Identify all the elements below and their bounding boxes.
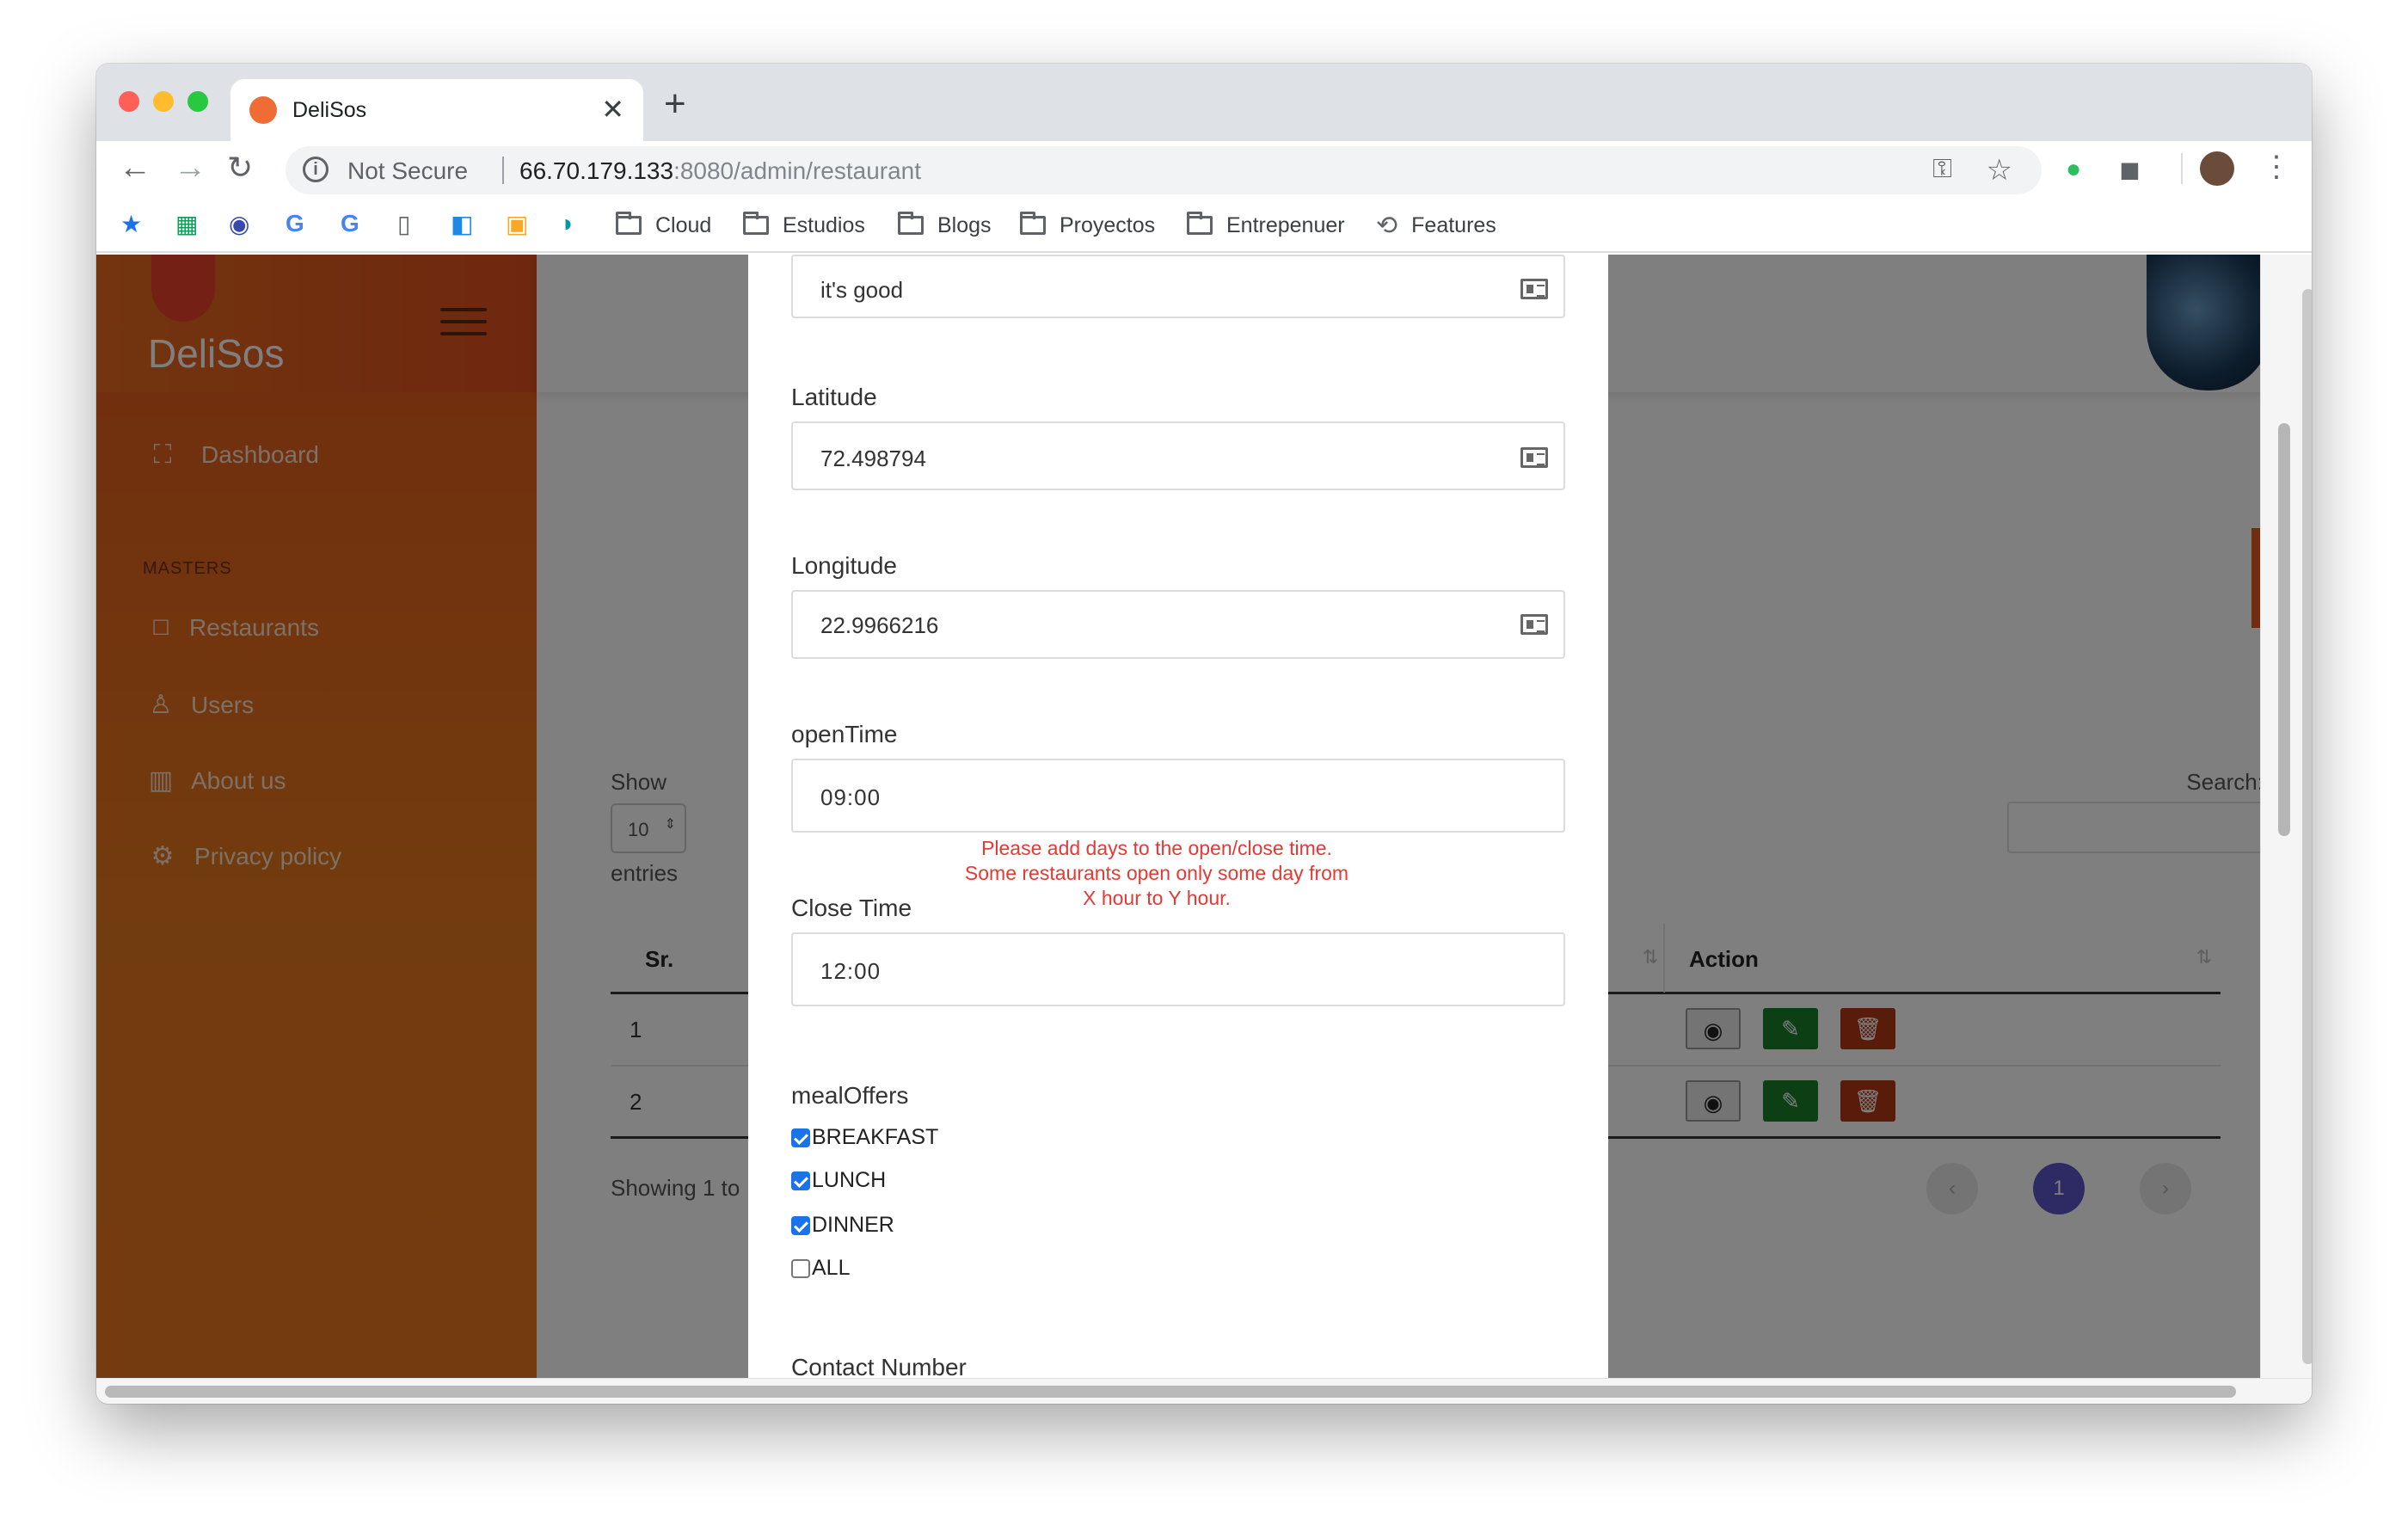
bookmark-features[interactable]: ⟲ Features (1376, 210, 1496, 241)
menu-kebab-icon[interactable]: ⋮ (2262, 150, 2291, 184)
horizontal-scrollbar[interactable] (96, 1378, 2312, 1404)
checkbox-checked[interactable] (791, 1128, 810, 1147)
bookmark-label: Estudios (783, 212, 865, 237)
vertical-scrollbar-thumb[interactable] (2278, 423, 2290, 836)
features-icon: ⟲ (1376, 211, 1398, 240)
star-bookmark-icon[interactable]: ★ (120, 210, 142, 238)
address-card-icon (1520, 279, 1548, 299)
google-icon-2[interactable]: G (341, 210, 359, 237)
bookmark-folder-entrepenuer[interactable]: Entrepenuer (1187, 210, 1345, 241)
browser-window: DeliSos ✕ + ← → ↻ i Not Secure 66.70.179… (96, 64, 2312, 1404)
description-value: it's good (820, 277, 904, 303)
browser-toolbar: ← → ↻ i Not Secure 66.70.179.133:8080/ad… (96, 141, 2312, 198)
profile-avatar[interactable] (2200, 151, 2234, 186)
url-text: 66.70.179.133:8080/admin/restaurant (519, 157, 921, 185)
checkbox-unchecked[interactable] (791, 1258, 810, 1278)
folder-icon (1187, 212, 1213, 235)
meal-checkbox-lunch[interactable]: LUNCH (791, 1168, 886, 1193)
folder-icon (616, 212, 642, 235)
reload-icon[interactable]: ↻ (227, 150, 253, 186)
schedule-note: Please add days to the open/close time. … (964, 837, 1349, 909)
longitude-label: Longitude (791, 552, 898, 579)
folder-icon (898, 212, 924, 235)
close-time-value: 12:00 (820, 958, 882, 984)
page-viewport: DeliSos ⛶Dashboard MASTERS ☐Restaurants … (96, 255, 2312, 1404)
checkbox-checked[interactable] (791, 1171, 810, 1190)
longitude-field[interactable]: 22.9966216 (791, 590, 1565, 659)
restaurant-form-modal: it's good Latitude 72.498794 Longitude 2… (748, 255, 1608, 1380)
meal-option-label: BREAKFAST (812, 1125, 939, 1149)
address-card-icon (1520, 447, 1548, 468)
bookmark-label: Entrepenuer (1226, 212, 1345, 237)
address-card-icon (1520, 614, 1548, 635)
close-window-button[interactable] (119, 91, 139, 112)
document-icon[interactable]: ▯ (397, 210, 410, 238)
bookmark-label: Blogs (937, 212, 992, 237)
address-bar[interactable]: i Not Secure 66.70.179.133:8080/admin/re… (286, 146, 2042, 194)
bookmark-label: Cloud (655, 212, 712, 237)
open-time-value: 09:00 (820, 784, 882, 810)
bookmark-folder-proyectos[interactable]: Proyectos (1020, 210, 1155, 241)
latitude-field[interactable]: 72.498794 (791, 421, 1565, 490)
tab-close-icon[interactable]: ✕ (601, 93, 624, 126)
bookmark-label: Features (1411, 212, 1496, 237)
bookmark-folder-blogs[interactable]: Blogs (898, 210, 992, 241)
browser-tab[interactable]: DeliSos ✕ (230, 79, 643, 141)
owl-icon[interactable]: ◉ (229, 210, 249, 238)
bookmark-tag-icon[interactable]: ▣ (506, 210, 528, 238)
bookmark-label: Proyectos (1060, 212, 1156, 237)
tab-strip: DeliSos ✕ + (96, 64, 2312, 141)
security-label: Not Secure (347, 157, 469, 184)
bookmark-star-icon[interactable]: ☆ (1987, 153, 2012, 188)
checkbox-checked[interactable] (791, 1215, 810, 1235)
bookmark-folder-cloud[interactable]: Cloud (616, 210, 711, 241)
key-icon[interactable]: ⚿ (1932, 155, 1952, 184)
bookmarks-bar: ★ ▦ ◉ G G ▯ ◧ ▣ ◗ Cloud Estudios Blogs P… (96, 198, 2312, 253)
minimize-window-button[interactable] (153, 91, 174, 112)
longitude-value: 22.9966216 (820, 612, 939, 638)
meal-checkbox-dinner[interactable]: DINNER (791, 1213, 894, 1238)
google-icon[interactable]: G (286, 210, 304, 237)
meal-option-label: ALL (812, 1256, 851, 1280)
url-host: 66.70.179.133 (519, 157, 674, 184)
address-separator (502, 157, 504, 184)
new-tab-button[interactable]: + (664, 83, 686, 126)
favicon-icon (249, 96, 277, 124)
folder-icon (1020, 212, 1046, 235)
close-time-field[interactable]: 12:00 (791, 932, 1565, 1006)
db-icon[interactable]: ◧ (451, 210, 473, 238)
open-time-field[interactable]: 09:00 (791, 759, 1565, 833)
toolbar-divider (2181, 153, 2183, 184)
meal-checkbox-all[interactable]: ALL (791, 1256, 850, 1281)
meal-checkbox-breakfast[interactable]: BREAKFAST (791, 1125, 938, 1150)
url-path: :8080/admin/restaurant (673, 157, 922, 184)
info-icon[interactable]: i (303, 157, 329, 182)
forward-arrow-icon[interactable]: → (174, 150, 206, 187)
meal-option-label: DINNER (812, 1213, 894, 1237)
meal-option-label: LUNCH (812, 1168, 887, 1192)
vertical-scrollbar[interactable] (2260, 255, 2312, 1404)
folder-icon (743, 212, 769, 235)
sheets-icon[interactable]: ▦ (175, 210, 198, 238)
maximize-window-button[interactable] (187, 91, 208, 112)
meal-offers-label: mealOffers (791, 1082, 909, 1109)
open-time-label: openTime (791, 721, 898, 747)
d-logo-icon[interactable]: ◗ (561, 210, 575, 237)
horizontal-scrollbar-thumb[interactable] (105, 1386, 2236, 1398)
description-field[interactable]: it's good (791, 255, 1565, 318)
tab-title: DeliSos (292, 98, 367, 122)
close-time-label: Close Time (791, 895, 912, 921)
back-arrow-icon[interactable]: ← (119, 150, 151, 187)
bookmark-folder-estudios[interactable]: Estudios (743, 210, 865, 241)
evernote-icon[interactable]: ● (2066, 155, 2081, 184)
extension-bulb-icon[interactable]: ◼ (2119, 155, 2141, 185)
latitude-label: Latitude (791, 384, 877, 410)
outer-scrollbar-thumb[interactable] (2302, 289, 2312, 1364)
latitude-value: 72.498794 (820, 446, 926, 471)
